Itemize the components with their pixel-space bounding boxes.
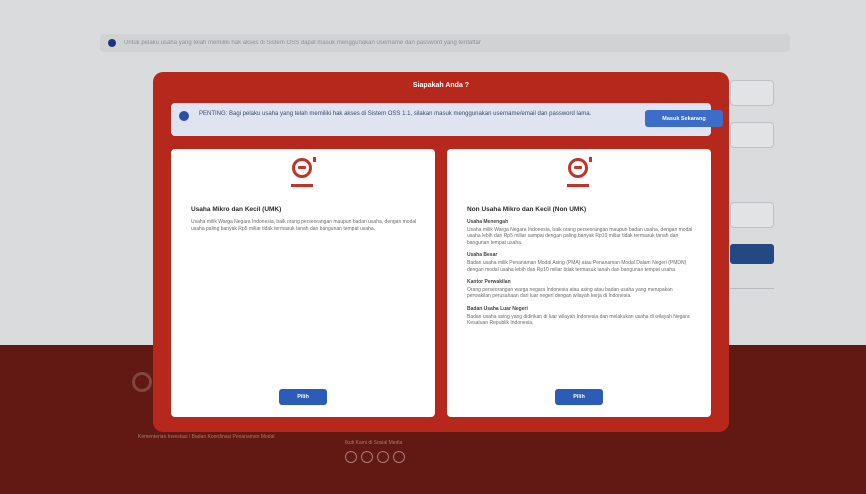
business-icon: [564, 157, 594, 189]
card-title: Usaha Mikro dan Kecil (UMK): [191, 206, 282, 213]
select-umk-button[interactable]: Pilih: [279, 389, 327, 405]
paragraph-text: Badan usaha milik Penanaman Modal Asing …: [467, 259, 687, 273]
paragraph-text: Badan usaha asing yang didirikan di luar…: [467, 313, 690, 327]
paragraph-heading: Kantor Perwakilan: [467, 279, 511, 286]
card-paragraph: Usaha milik Warga Negara Indonesia, baik…: [191, 219, 417, 232]
paragraph-heading: Usaha Besar: [467, 252, 498, 259]
card-title: Non Usaha Mikro dan Kecil (Non UMK): [467, 206, 587, 213]
paragraph-heading: Usaha Menengah: [467, 219, 509, 225]
login-now-button[interactable]: Masuk Sekarang: [645, 110, 723, 127]
info-banner-text: PENTING: Bagi pelaku usaha yang telah me…: [199, 111, 592, 117]
info-banner: PENTING: Bagi pelaku usaha yang telah me…: [171, 103, 723, 136]
info-icon: [179, 111, 189, 121]
paragraph-text: Orang perseorangan warga negara Indonesi…: [467, 286, 673, 300]
select-non-umk-button[interactable]: Pilih: [555, 389, 603, 405]
card-paragraph: Usaha Menengah Usaha milik Warga Negara …: [467, 219, 693, 246]
card-paragraph: Badan Usaha Luar Negeri Badan usaha asin…: [467, 306, 693, 327]
card-description: Usaha milik Warga Negara Indonesia, baik…: [191, 219, 417, 238]
card-description: Usaha Menengah Usaha milik Warga Negara …: [467, 219, 693, 333]
paragraph-text: Usaha milik Warga Negara Indonesia, baik…: [467, 226, 693, 246]
modal-title: Siapakah Anda ?: [412, 82, 470, 89]
paragraph-heading: Badan Usaha Luar Negeri: [467, 305, 528, 312]
card-paragraph: Kantor Perwakilan Orang perseorangan war…: [467, 279, 693, 300]
non-umk-option-card: Non Usaha Mikro dan Kecil (Non UMK) Usah…: [447, 149, 711, 417]
umk-option-card: Usaha Mikro dan Kecil (UMK) Usaha milik …: [171, 149, 435, 417]
user-type-modal: Siapakah Anda ? PENTING: Bagi pelaku usa…: [153, 72, 729, 432]
business-icon: [288, 157, 318, 189]
card-paragraph: Usaha Besar Badan usaha milik Penanaman …: [467, 252, 693, 273]
